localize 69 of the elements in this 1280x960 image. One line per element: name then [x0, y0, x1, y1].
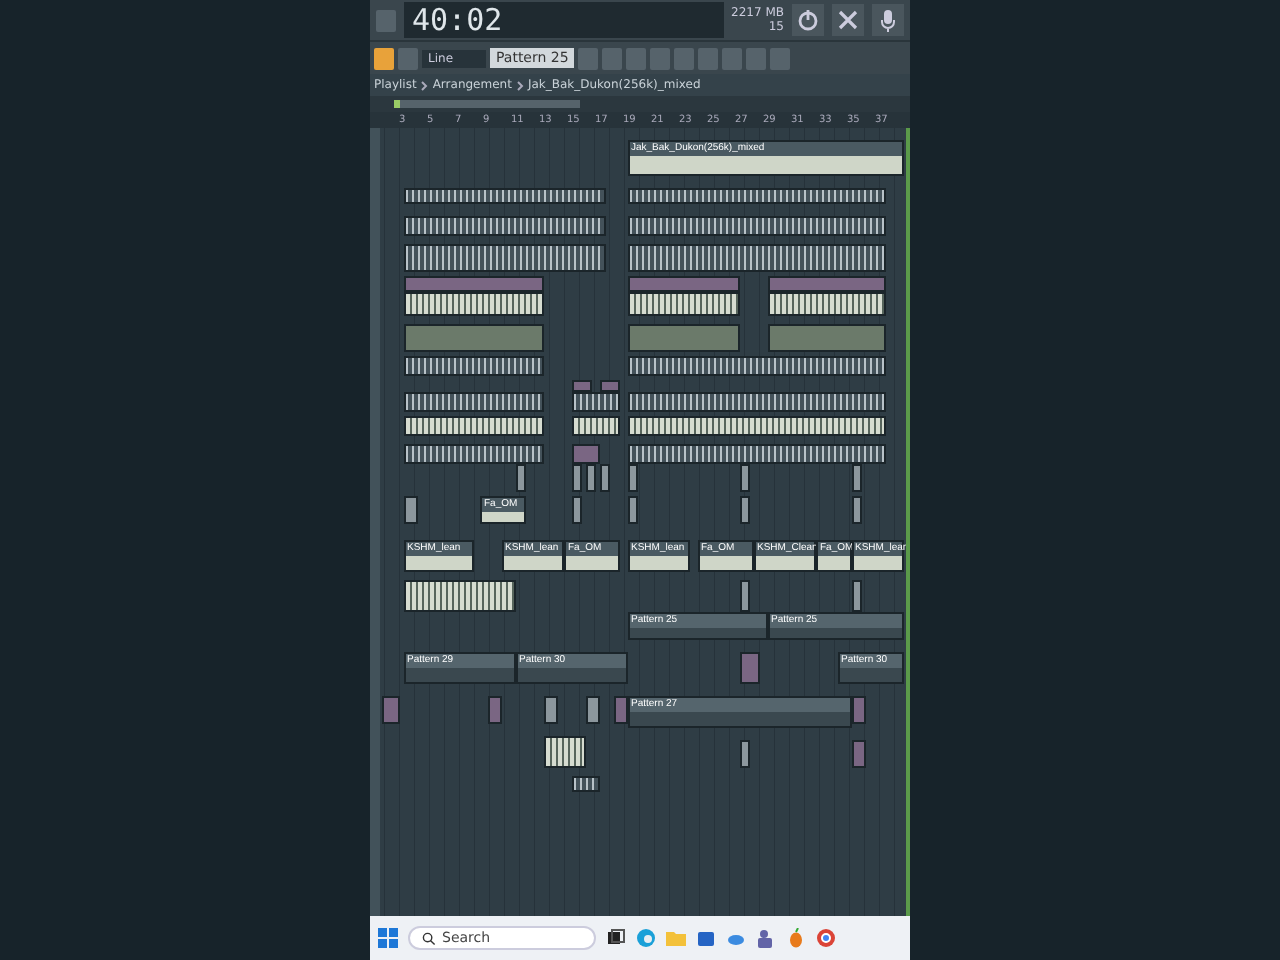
audio-clip[interactable]: [403, 416, 543, 436]
time-display: 40:02: [404, 2, 724, 38]
audio-clip[interactable]: [571, 464, 583, 492]
audio-clip[interactable]: [571, 416, 620, 436]
audio-clip[interactable]: [627, 392, 886, 412]
audio-clip[interactable]: [627, 292, 739, 316]
pattern-clip[interactable]: [403, 276, 543, 292]
chevron-icon: [515, 79, 524, 91]
windows-icon[interactable]: [378, 928, 398, 948]
audio-clip[interactable]: [571, 392, 620, 412]
pattern-clip[interactable]: [627, 324, 739, 352]
audio-clip[interactable]: [627, 464, 639, 492]
audio-clip[interactable]: [403, 392, 543, 412]
audio-clip[interactable]: [585, 464, 597, 492]
task-view-icon[interactable]: [606, 928, 626, 948]
power-icon[interactable]: [792, 4, 824, 36]
tool-icon[interactable]: [374, 47, 394, 69]
audio-clip[interactable]: [515, 464, 527, 492]
audio-clip[interactable]: [571, 496, 583, 524]
audio-clip[interactable]: [403, 444, 543, 464]
audio-clip[interactable]: [627, 416, 886, 436]
pattern-clip[interactable]: [599, 380, 620, 392]
pattern-clip[interactable]: [627, 276, 739, 292]
people-icon[interactable]: [756, 928, 776, 948]
cross-icon[interactable]: [832, 4, 864, 36]
pattern-clip[interactable]: [382, 696, 401, 724]
pattern-clip[interactable]: [739, 652, 760, 684]
pattern-clip[interactable]: [487, 696, 501, 724]
pattern-clip[interactable]: [403, 324, 543, 352]
fruit-icon[interactable]: [786, 928, 806, 948]
audio-clip[interactable]: [627, 188, 886, 204]
audio-clip[interactable]: [627, 244, 886, 272]
audio-clip[interactable]: [851, 496, 863, 524]
pattern-clip[interactable]: [571, 444, 599, 464]
ring-icon[interactable]: [816, 928, 836, 948]
audio-clip[interactable]: [627, 444, 886, 464]
audio-clip[interactable]: [403, 188, 606, 204]
bag-icon[interactable]: [696, 928, 716, 948]
audio-clip[interactable]: [403, 292, 543, 316]
audio-clip[interactable]: [543, 736, 585, 768]
audio-clip[interactable]: [627, 496, 639, 524]
audio-clip[interactable]: [627, 216, 886, 236]
audio-clip[interactable]: [739, 740, 751, 768]
chevron-icon: [420, 79, 429, 91]
audio-clip[interactable]: [571, 776, 599, 792]
pattern-clip[interactable]: [851, 740, 865, 768]
pattern-clip[interactable]: [767, 276, 886, 292]
audio-clip[interactable]: [767, 292, 886, 316]
audio-clip[interactable]: [403, 496, 417, 524]
pattern-clip[interactable]: [571, 380, 592, 392]
audio-clip[interactable]: [403, 216, 606, 236]
search-icon: [422, 931, 436, 945]
audio-clip[interactable]: [403, 244, 606, 272]
scrollbar[interactable]: [394, 100, 580, 108]
pattern-clip[interactable]: [613, 696, 627, 724]
audio-clip[interactable]: [403, 580, 515, 612]
audio-clip[interactable]: [851, 464, 863, 492]
audio-clip[interactable]: [851, 580, 863, 612]
microphone-icon[interactable]: [872, 4, 904, 36]
audio-clip[interactable]: [627, 356, 886, 376]
audio-clip[interactable]: [585, 696, 599, 724]
audio-clip[interactable]: [739, 580, 751, 612]
audio-clip[interactable]: [543, 696, 557, 724]
audio-clip[interactable]: [403, 356, 543, 376]
pattern-clip[interactable]: [767, 324, 886, 352]
audio-clip[interactable]: [599, 464, 611, 492]
audio-clip[interactable]: [739, 496, 751, 524]
audio-clip[interactable]: [739, 464, 751, 492]
swirl-icon[interactable]: [636, 928, 656, 948]
